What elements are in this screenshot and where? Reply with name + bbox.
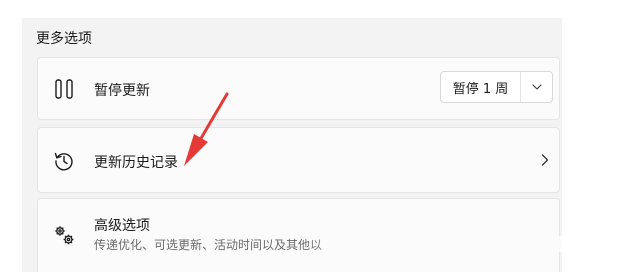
advanced-options-card[interactable]: 高级选项 传递优化、可选更新、活动时间以及其他以 xyxy=(37,198,560,272)
section-title: 更多选项 xyxy=(36,31,92,47)
pause-updates-card: 暂停更新 暂停 1 周 xyxy=(37,57,560,120)
update-history-label: 更新历史记录 xyxy=(94,155,178,171)
advanced-options-subtitle: 传递优化、可选更新、活动时间以及其他以 xyxy=(94,238,323,252)
pause-duration-button[interactable]: 暂停 1 周 xyxy=(441,72,521,102)
text-fade-overlay xyxy=(300,236,562,252)
update-history-card[interactable]: 更新历史记录 xyxy=(37,127,560,193)
chevron-right-icon xyxy=(538,152,552,168)
chevron-down-icon[interactable] xyxy=(521,72,552,102)
history-icon xyxy=(52,149,76,173)
pause-duration-dropdown[interactable]: 暂停 1 周 xyxy=(440,71,553,103)
pause-updates-label: 暂停更新 xyxy=(94,83,150,99)
gears-icon xyxy=(52,223,76,247)
pause-icon xyxy=(52,77,76,101)
advanced-options-label: 高级选项 xyxy=(94,218,150,234)
